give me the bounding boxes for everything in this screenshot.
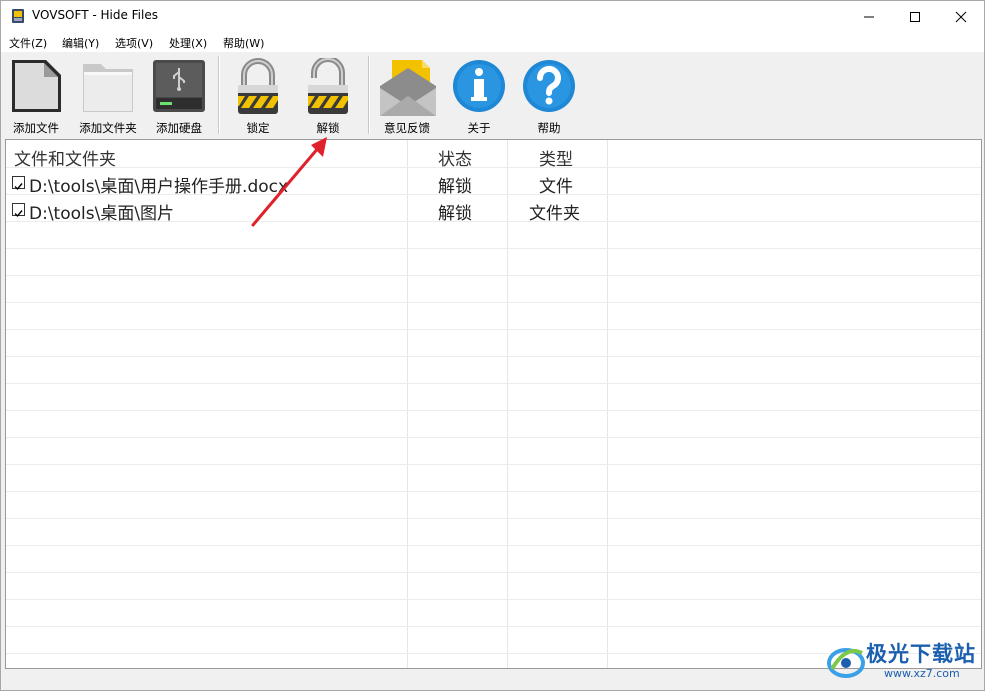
checkmark-icon xyxy=(14,183,23,191)
row-divider xyxy=(6,167,981,168)
row-type: 文件 xyxy=(539,177,573,197)
maximize-icon xyxy=(910,12,920,22)
file-icon xyxy=(12,60,61,112)
menu-help[interactable]: 帮助(W) xyxy=(223,35,264,51)
menu-process[interactable]: 处理(X) xyxy=(169,35,207,51)
lock-icon xyxy=(238,58,278,114)
toolbar-separator xyxy=(368,56,370,134)
column-header-path[interactable]: 文件和文件夹 xyxy=(14,145,116,170)
row-divider xyxy=(6,545,981,546)
row-type: 文件夹 xyxy=(529,204,580,224)
unlock-button[interactable]: 解锁 xyxy=(299,56,357,136)
row-divider xyxy=(6,248,981,249)
row-status: 解锁 xyxy=(438,177,472,197)
column-divider xyxy=(407,140,408,668)
row-checkbox[interactable] xyxy=(12,203,25,218)
help-button[interactable]: 帮助 xyxy=(519,56,579,136)
minimize-button[interactable] xyxy=(846,1,892,32)
row-divider xyxy=(6,275,981,276)
row-divider xyxy=(6,356,981,357)
info-icon xyxy=(453,60,505,112)
about-label: 关于 xyxy=(467,121,491,135)
app-icon xyxy=(12,9,24,23)
menu-bar: 文件(Z) 编辑(Y) 选项(V) 处理(X) 帮助(W) xyxy=(1,32,984,52)
help-label: 帮助 xyxy=(537,121,561,135)
row-divider xyxy=(6,329,981,330)
row-divider xyxy=(6,410,981,411)
column-divider xyxy=(507,140,508,668)
row-path: D:\tools\桌面\图片 xyxy=(29,204,175,224)
toolbar: 添加文件 添加文件夹 添加硬盘 锁定 解锁 意见反馈 关于 帮助 xyxy=(1,52,984,138)
row-divider xyxy=(6,491,981,492)
row-divider xyxy=(6,437,981,438)
add-folder-button[interactable]: 添加文件夹 xyxy=(73,56,143,136)
menu-edit[interactable]: 编辑(Y) xyxy=(62,35,99,51)
column-divider xyxy=(607,140,608,668)
row-divider xyxy=(6,626,981,627)
folder-icon xyxy=(83,64,133,112)
watermark: 极光下载站 www.xz7.com xyxy=(826,637,985,689)
about-button[interactable]: 关于 xyxy=(449,56,509,136)
row-status: 解锁 xyxy=(438,204,472,224)
add-drive-label: 添加硬盘 xyxy=(156,121,202,135)
add-file-button[interactable]: 添加文件 xyxy=(5,56,67,136)
checkmark-icon xyxy=(14,210,23,218)
row-divider xyxy=(6,302,981,303)
unlock-icon xyxy=(308,58,348,114)
add-drive-button[interactable]: 添加硬盘 xyxy=(147,56,211,136)
annotation-arrow xyxy=(251,137,327,227)
watermark-text: 极光下载站 xyxy=(866,642,976,666)
row-checkbox[interactable] xyxy=(12,176,25,191)
watermark-logo-icon xyxy=(827,648,865,678)
menu-file[interactable]: 文件(Z) xyxy=(9,35,47,51)
maximize-button[interactable] xyxy=(892,1,938,32)
feedback-label: 意见反馈 xyxy=(384,121,430,135)
mail-icon xyxy=(380,60,436,116)
title-bar[interactable]: VOVSOFT - Hide Files xyxy=(1,1,984,32)
file-list-grid[interactable]: 文件和文件夹 状态 类型 D:\tools\桌面\用户操作手册.docx 解锁 … xyxy=(5,139,982,669)
column-header-type[interactable]: 类型 xyxy=(539,145,573,170)
window-title: VOVSOFT - Hide Files xyxy=(32,8,158,22)
lock-button[interactable]: 锁定 xyxy=(229,56,287,136)
row-divider xyxy=(6,518,981,519)
close-button[interactable] xyxy=(938,1,984,32)
feedback-button[interactable]: 意见反馈 xyxy=(375,56,439,136)
question-icon xyxy=(523,60,575,112)
watermark-url: www.xz7.com xyxy=(884,667,960,680)
row-divider xyxy=(6,383,981,384)
row-divider xyxy=(6,464,981,465)
menu-options[interactable]: 选项(V) xyxy=(115,35,153,51)
app-window: VOVSOFT - Hide Files 文件(Z) 编辑(Y) 选项(V) 处… xyxy=(0,0,985,691)
column-header-status[interactable]: 状态 xyxy=(438,145,472,170)
toolbar-separator xyxy=(218,56,220,134)
close-icon xyxy=(955,11,967,23)
add-folder-label: 添加文件夹 xyxy=(79,121,137,135)
add-file-label: 添加文件 xyxy=(13,121,59,135)
minimize-icon xyxy=(864,16,874,18)
usb-drive-icon xyxy=(153,60,205,112)
row-divider xyxy=(6,572,981,573)
row-divider xyxy=(6,599,981,600)
